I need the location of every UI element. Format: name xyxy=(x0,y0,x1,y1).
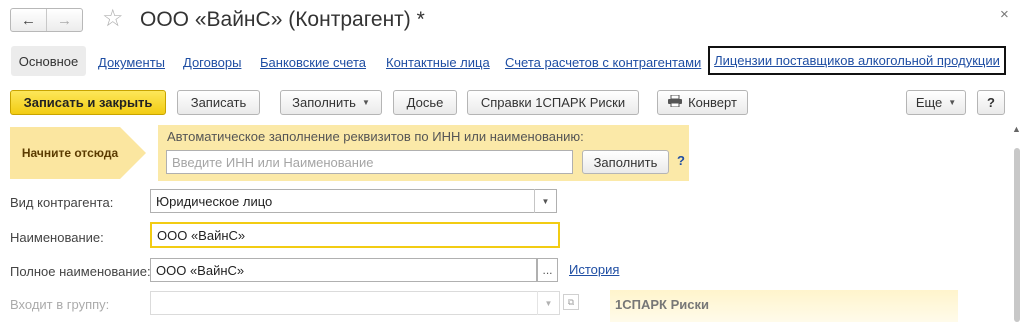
save-and-close-button[interactable]: Записать и закрыть xyxy=(10,90,166,115)
favorite-star-icon[interactable]: ☆ xyxy=(102,6,124,32)
tab-settlement-accounts[interactable]: Счета расчетов с контрагентами xyxy=(505,55,701,70)
inn-search-input[interactable]: Введите ИНН или Наименование xyxy=(166,150,573,174)
history-link[interactable]: История xyxy=(569,262,619,277)
more-label: Еще xyxy=(915,95,943,110)
group-label: Входит в группу: xyxy=(10,297,110,312)
scroll-up-icon[interactable]: ▲ xyxy=(1012,124,1021,134)
caret-down-icon: ▼ xyxy=(361,98,370,107)
kind-label: Вид контрагента: xyxy=(10,195,114,210)
printer-icon xyxy=(668,94,683,110)
tab-alcohol-licenses-label: Лицензии поставщиков алкогольной продукц… xyxy=(714,53,1000,68)
tab-contracts[interactable]: Договоры xyxy=(183,55,241,70)
autofill-help-link[interactable]: ? xyxy=(677,153,685,168)
back-arrow-icon: ← xyxy=(21,11,36,29)
tab-documents[interactable]: Документы xyxy=(98,55,165,70)
dropdown-arrow-icon[interactable]: ▼ xyxy=(537,291,559,315)
fill-dropdown-button[interactable]: Заполнить ▼ xyxy=(280,90,382,115)
fullname-label: Полное наименование: xyxy=(10,264,151,279)
autofill-caption: Автоматическое заполнение реквизитов по … xyxy=(167,129,584,144)
save-button[interactable]: Записать xyxy=(177,90,260,115)
history-nav: ← → xyxy=(10,8,83,32)
tab-main[interactable]: Основное xyxy=(11,46,86,76)
name-label: Наименование: xyxy=(10,230,104,245)
help-button[interactable]: ? xyxy=(977,90,1005,115)
start-here-label: Начните отсюда xyxy=(21,146,119,160)
forward-button[interactable]: → xyxy=(46,9,82,31)
tab-contacts[interactable]: Контактные лица xyxy=(386,55,490,70)
dossier-button[interactable]: Досье xyxy=(393,90,457,115)
kind-value: Юридическое лицо xyxy=(156,193,273,209)
forward-arrow-icon: → xyxy=(57,11,72,29)
caret-down-icon: ▼ xyxy=(948,98,957,107)
back-button[interactable]: ← xyxy=(11,9,46,31)
kind-select[interactable]: Юридическое лицо ▼ xyxy=(150,189,557,213)
spark-reports-button[interactable]: Справки 1СПАРК Риски xyxy=(467,90,639,115)
envelope-label: Конверт xyxy=(688,95,737,110)
dropdown-arrow-icon[interactable]: ▼ xyxy=(534,189,556,213)
fullname-input[interactable]: ООО «ВайнС» xyxy=(150,258,537,282)
autofill-button[interactable]: Заполнить xyxy=(582,150,669,174)
fullname-select-button[interactable]: ... xyxy=(537,258,558,282)
name-input[interactable]: ООО «ВайнС» xyxy=(150,222,560,248)
more-button[interactable]: Еще ▼ xyxy=(906,90,966,115)
group-select[interactable]: ▼ xyxy=(150,291,560,315)
tab-bank-accounts[interactable]: Банковские счета xyxy=(260,55,366,70)
spark-panel-title: 1СПАРК Риски xyxy=(615,297,709,312)
scrollbar-thumb[interactable] xyxy=(1014,148,1020,322)
tab-alcohol-licenses[interactable]: Лицензии поставщиков алкогольной продукц… xyxy=(708,46,1006,75)
envelope-button[interactable]: Конверт xyxy=(657,90,748,115)
fill-label: Заполнить xyxy=(292,95,356,110)
open-icon[interactable]: ⧉ xyxy=(563,294,579,310)
close-icon[interactable]: × xyxy=(1000,6,1009,23)
window-title: ООО «ВайнС» (Контрагент) * xyxy=(140,8,425,31)
